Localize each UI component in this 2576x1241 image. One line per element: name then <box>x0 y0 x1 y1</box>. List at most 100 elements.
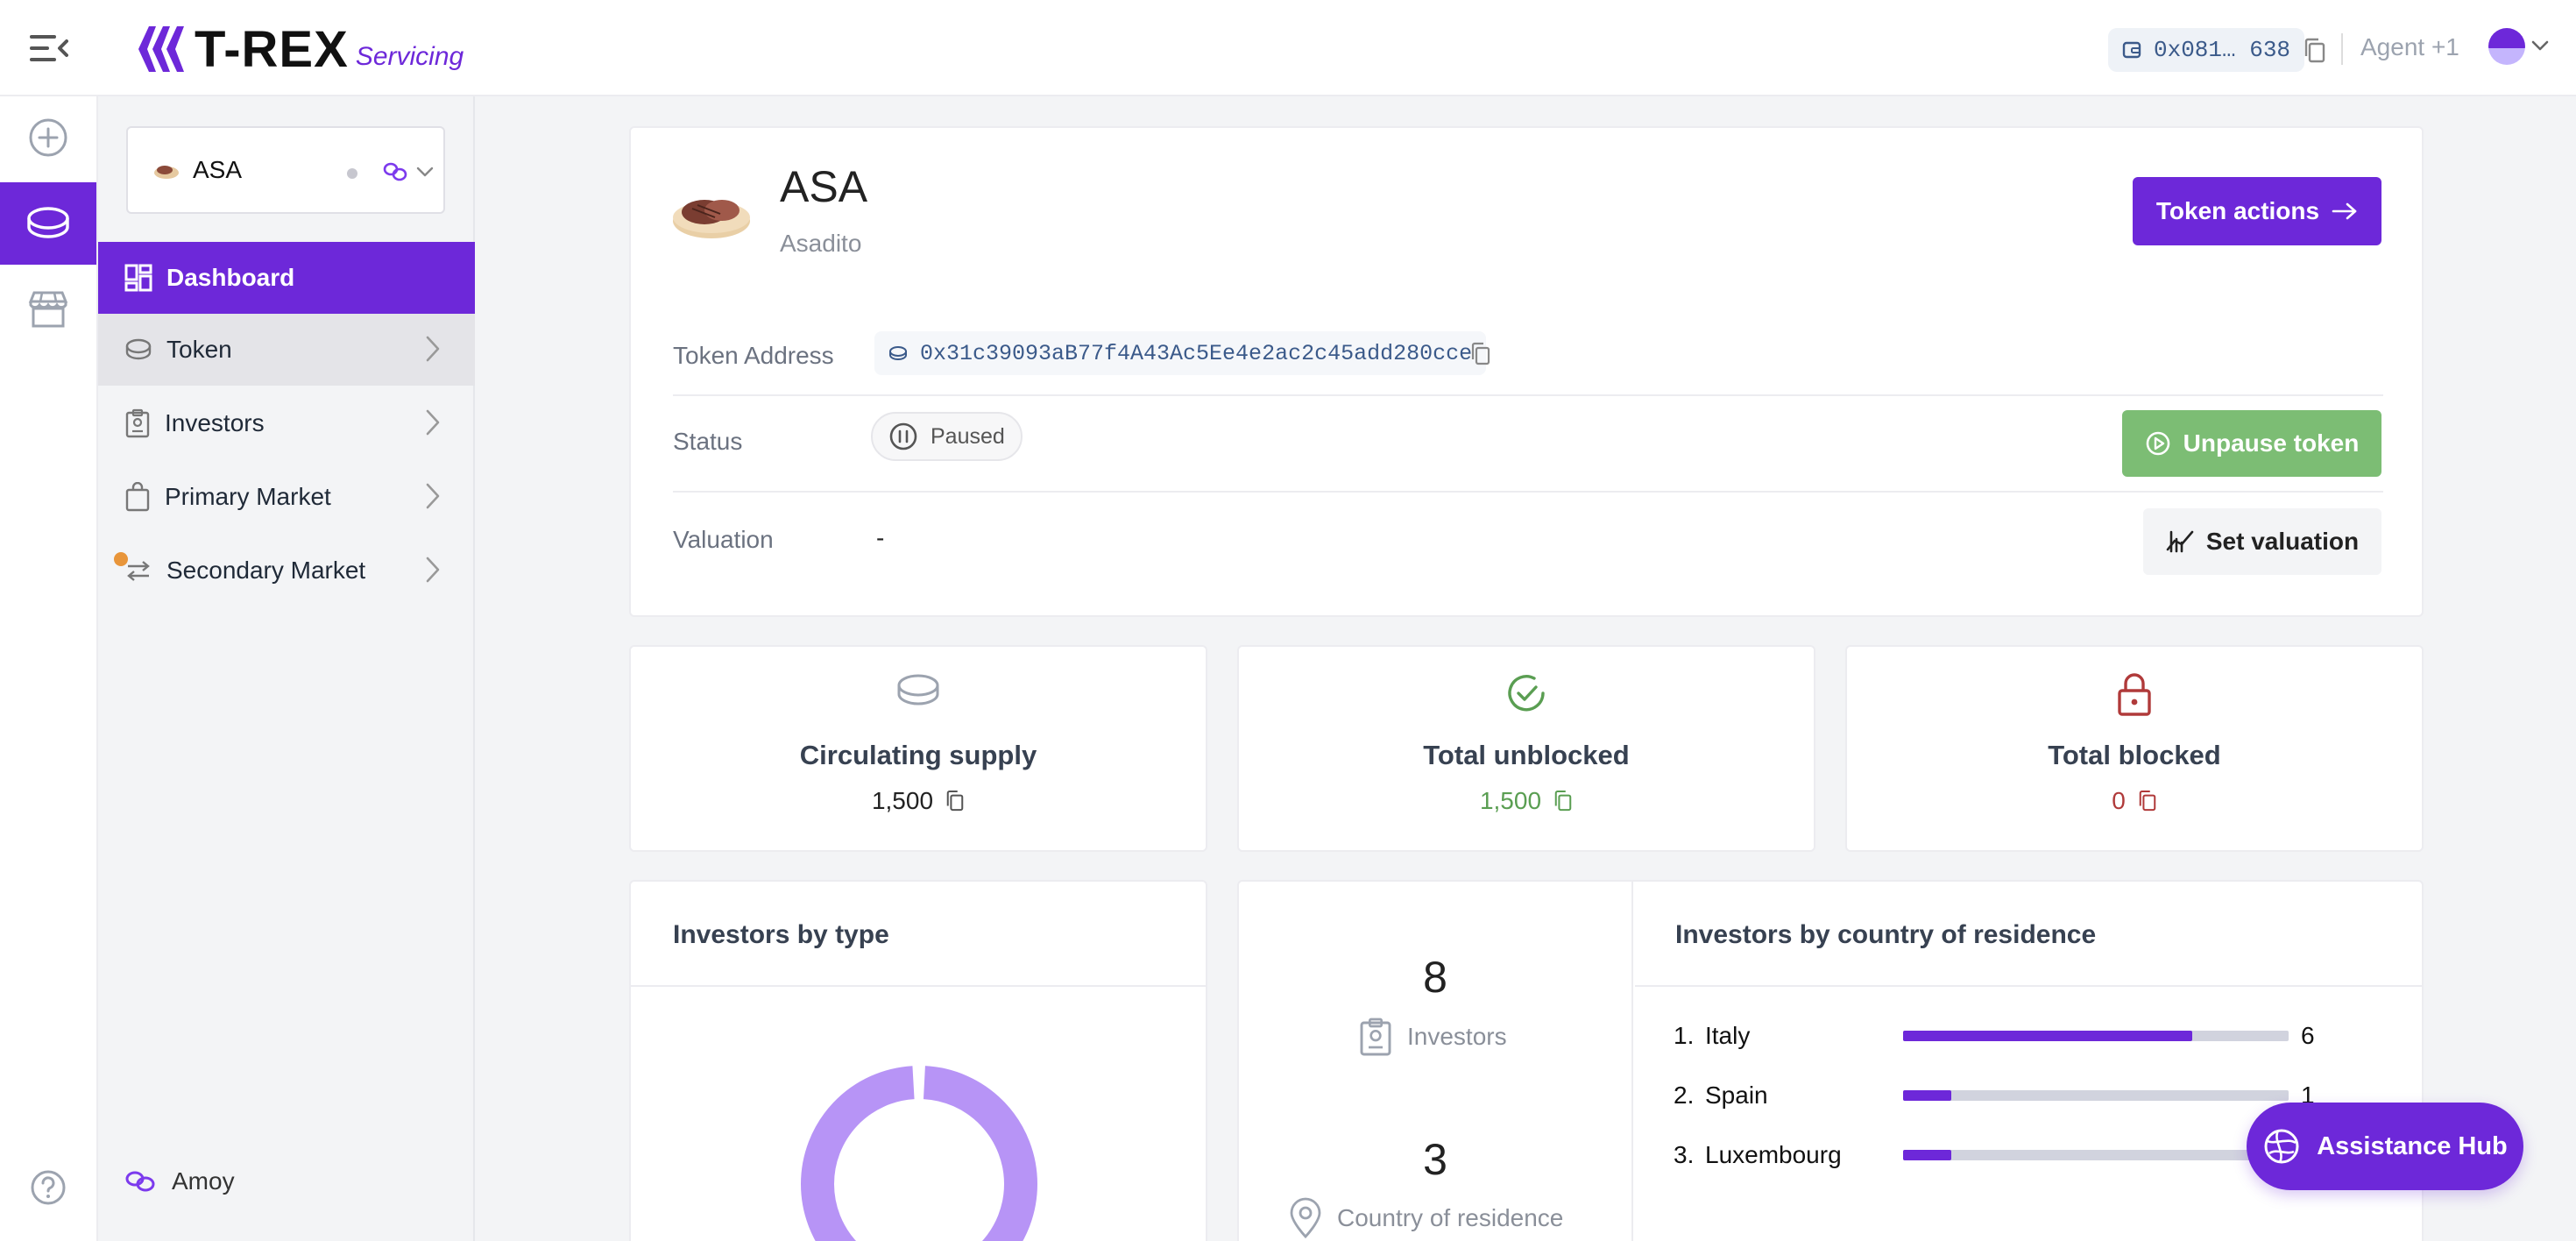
stat-value: 1,500 <box>1479 787 1542 814</box>
stat-value: 1,500 <box>871 787 934 814</box>
token-selector[interactable]: ASA <box>126 126 445 214</box>
token-selector-label: ASA <box>193 156 243 183</box>
help-icon[interactable] <box>30 1169 67 1206</box>
country-bar-track <box>1903 1150 2289 1160</box>
country-bar-fill <box>1903 1031 2192 1041</box>
token-address: 0x31c39093aB77f4A43Ac5Ee4e2ac2c45add280c… <box>920 340 1473 366</box>
sidebar: ASA Dashboard Token Investors Primary Ma… <box>98 96 475 1241</box>
chain-link-icon <box>125 1171 155 1192</box>
button-label: Set valuation <box>2205 528 2360 555</box>
copy-icon[interactable] <box>945 790 965 812</box>
card-title: Investors by type <box>673 920 889 949</box>
avatar[interactable] <box>2488 28 2525 65</box>
id-badge-icon <box>125 408 150 438</box>
sidebar-item-primary-market[interactable]: Primary Market <box>98 461 475 533</box>
rail-tokens[interactable] <box>0 182 96 265</box>
divider <box>631 985 1206 987</box>
assistance-hub-button[interactable]: Assistance Hub <box>2247 1103 2523 1190</box>
coin-stack-icon <box>125 338 152 360</box>
rail-marketplace[interactable] <box>0 268 96 351</box>
shopping-bag-icon <box>125 482 150 512</box>
map-pin-icon <box>1290 1197 1321 1239</box>
country-bar-fill <box>1903 1150 1951 1160</box>
token-address-label: Token Address <box>673 342 834 369</box>
chart-icon <box>2166 530 2194 553</box>
sidebar-item-dashboard[interactable]: Dashboard <box>98 242 475 314</box>
sidebar-item-secondary-market[interactable]: Secondary Market <box>98 535 475 606</box>
play-circle-icon <box>2146 431 2169 456</box>
country-rank: 1. <box>1674 1022 1695 1049</box>
top-bar: T-REX Servicing 0x081… 638 Agent +1 <box>0 0 2576 96</box>
chevron-down-icon <box>416 167 434 177</box>
unpause-token-button[interactable]: Unpause token <box>2122 410 2381 477</box>
wallet-address: 0x081… 638 <box>2154 37 2291 63</box>
token-address-chip[interactable]: 0x31c39093aB77f4A43Ac5Ee4e2ac2c45add280c… <box>874 331 1487 375</box>
valuation-value: - <box>876 524 885 551</box>
chevron-right-icon <box>426 409 440 436</box>
chain-link-icon <box>383 162 407 181</box>
sidebar-item-token[interactable]: Token <box>98 314 475 386</box>
card-title: Investors by country of residence <box>1675 920 2097 949</box>
brand-logo[interactable]: T-REX Servicing <box>137 21 464 78</box>
country-rank: 2. <box>1674 1081 1695 1109</box>
copy-icon[interactable] <box>2138 790 2157 812</box>
button-label: Assistance Hub <box>2317 1131 2508 1160</box>
sidebar-item-label: Secondary Market <box>166 557 366 584</box>
summary-panel: 8 Investors 3 Country of residence <box>1239 882 1633 1241</box>
coin-stack-icon <box>897 674 939 706</box>
investors-by-type-card: Investors by type <box>629 880 1207 1241</box>
copy-icon[interactable] <box>1553 790 1573 812</box>
investors-metric: Investors <box>1358 1017 1507 1057</box>
wallet-icon <box>2122 41 2141 59</box>
stat-title: Total blocked <box>2048 740 2221 770</box>
stat-title: Circulating supply <box>799 740 1037 770</box>
check-circle-icon <box>1508 675 1545 712</box>
stat-value: 0 <box>2112 787 2126 814</box>
set-valuation-button[interactable]: Set valuation <box>2143 508 2381 575</box>
sidebar-item-label: Investors <box>165 409 265 436</box>
menu-collapse-icon[interactable] <box>30 32 68 65</box>
investors-type-donut <box>801 1066 1037 1241</box>
countries-label: Country of residence <box>1337 1204 1564 1231</box>
divider <box>1635 985 2422 987</box>
sidebar-item-label: Primary Market <box>165 483 331 510</box>
agent-role[interactable]: Agent +1 <box>2360 33 2459 61</box>
network-selector[interactable]: Amoy <box>124 1167 235 1195</box>
copy-icon[interactable] <box>2303 37 2327 65</box>
brand-subtitle: Servicing <box>355 42 464 71</box>
divider <box>673 491 2383 493</box>
chevron-right-icon <box>426 336 440 362</box>
stat-value-row: 1,500 <box>1239 787 1814 815</box>
country-count: 6 <box>2301 1022 2315 1049</box>
sidebar-item-investors[interactable]: Investors <box>98 387 475 459</box>
button-label: Unpause token <box>2183 429 2360 457</box>
trex-logo-icon <box>138 26 184 72</box>
countries-count: 3 <box>1423 1135 1447 1184</box>
store-icon <box>28 291 68 328</box>
country-rank: 3. <box>1674 1141 1695 1168</box>
stat-value-row: 1,500 <box>631 787 1206 815</box>
chevron-right-icon <box>426 483 440 509</box>
country-name: Luxembourg <box>1705 1141 1842 1168</box>
swap-arrows-icon <box>127 561 150 581</box>
rail-add-token[interactable] <box>0 96 96 179</box>
lock-icon <box>2118 673 2151 716</box>
token-actions-button[interactable]: Token actions <box>2133 177 2381 245</box>
coin-icon <box>889 346 907 361</box>
token-symbol: ASA <box>780 162 868 211</box>
token-overview-card: ASA Asadito Token actions Token Address … <box>629 126 2424 617</box>
chevron-right-icon <box>426 557 440 583</box>
valuation-label: Valuation <box>673 526 774 553</box>
status-label: Status <box>673 428 743 455</box>
country-row: 1. Italy 6 <box>1674 1018 2366 1053</box>
steak-icon <box>673 200 750 238</box>
copy-icon[interactable] <box>1470 342 1491 366</box>
investors-count: 8 <box>1423 953 1447 1002</box>
globe-icon <box>2264 1129 2299 1164</box>
coin-stack-icon <box>27 207 69 238</box>
divider <box>673 394 2383 396</box>
sidebar-item-label: Token <box>166 336 232 363</box>
investors-summary-card: 8 Investors 3 Country of residence Inves… <box>1237 880 2424 1241</box>
chevron-down-icon[interactable] <box>2530 39 2550 53</box>
wallet-address-chip[interactable]: 0x081… 638 <box>2108 28 2305 72</box>
